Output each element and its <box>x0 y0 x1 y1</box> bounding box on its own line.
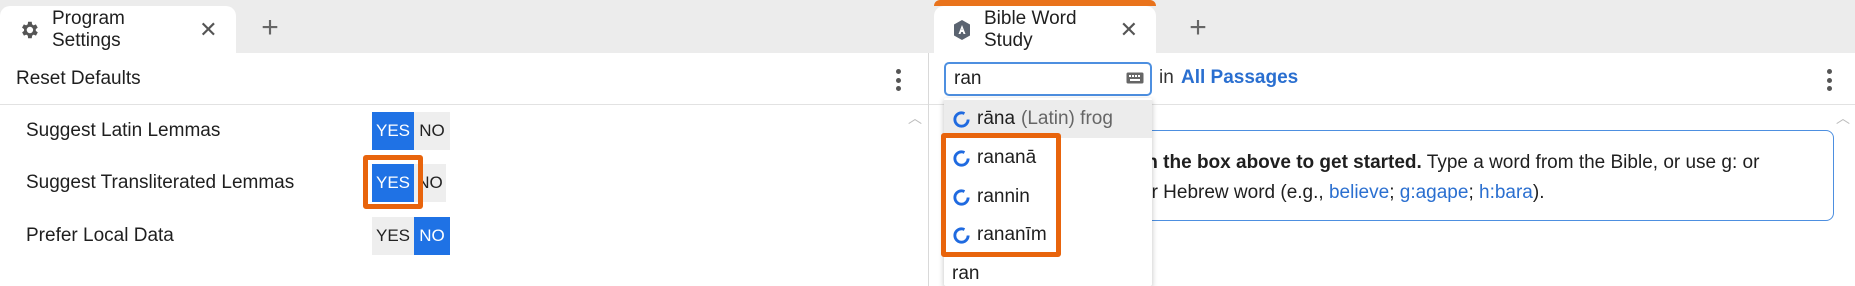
tab-bible-word-study[interactable]: Bible Word Study ✕ <box>934 6 1156 53</box>
all-passages-link[interactable]: All Passages <box>1181 67 1298 89</box>
prefer-local-data-toggle: YES NO <box>372 217 450 255</box>
suggestion-item[interactable]: ran <box>944 255 1152 286</box>
search-input[interactable]: ran <box>944 62 1152 96</box>
highlight-callout <box>363 155 423 209</box>
setting-label: Suggest Transliterated Lemmas <box>26 172 295 193</box>
left-tab-bar: Program Settings ✕ + <box>0 0 928 53</box>
tab-program-settings[interactable]: Program Settings ✕ <box>0 6 236 53</box>
instructions-text: or Hebrew word (e.g., <box>1141 182 1329 203</box>
example-link-believe[interactable]: believe <box>1329 182 1389 203</box>
suggest-latin-lemmas-toggle: YES NO <box>372 112 450 150</box>
scroll-up-icon[interactable]: ︿ <box>908 108 922 128</box>
close-tab-icon[interactable]: ✕ <box>1120 17 1138 43</box>
no-option[interactable]: NO <box>414 112 450 150</box>
tab-title: Program Settings <box>52 7 125 51</box>
instructions-box: in the box above to get started. Type a … <box>1140 130 1834 221</box>
yes-option[interactable]: YES <box>372 217 414 255</box>
instructions-text: Type a word from the Bible, or use g: or <box>1421 152 1760 173</box>
scope-in-label: in <box>1159 67 1174 88</box>
more-options-icon[interactable] <box>888 67 908 93</box>
setting-label: Prefer Local Data <box>26 225 174 246</box>
new-tab-button[interactable]: + <box>1180 8 1216 48</box>
example-link-bara[interactable]: h:bara <box>1479 182 1533 203</box>
search-value: ran <box>954 68 982 89</box>
panel-divider[interactable] <box>928 53 929 286</box>
right-tab-bar: Bible Word Study ✕ + <box>928 0 1855 53</box>
gear-icon <box>18 18 40 42</box>
more-options-icon[interactable] <box>1819 67 1839 93</box>
highlight-callout <box>941 133 1061 257</box>
new-tab-button[interactable]: + <box>252 8 288 48</box>
app-window: Program Settings ✕ + Bible Word Study ✕ … <box>0 0 1855 286</box>
keyboard-icon[interactable] <box>1126 68 1144 90</box>
scroll-up-icon[interactable]: ︿ <box>1836 108 1850 128</box>
yes-option[interactable]: YES <box>372 112 414 150</box>
reset-defaults-button[interactable]: Reset Defaults <box>16 68 141 90</box>
example-link-agape[interactable]: g:agape <box>1400 182 1469 203</box>
setting-label: Suggest Latin Lemmas <box>26 120 221 141</box>
settings-toolbar: Reset Defaults <box>0 53 928 105</box>
word-study-icon <box>952 18 972 42</box>
logos-icon <box>953 110 970 128</box>
tab-title: Bible Word Study <box>984 7 1077 51</box>
close-tab-icon[interactable]: ✕ <box>199 17 218 43</box>
no-option[interactable]: NO <box>414 217 450 255</box>
instructions-bold: in the box above to get started. <box>1141 152 1422 173</box>
